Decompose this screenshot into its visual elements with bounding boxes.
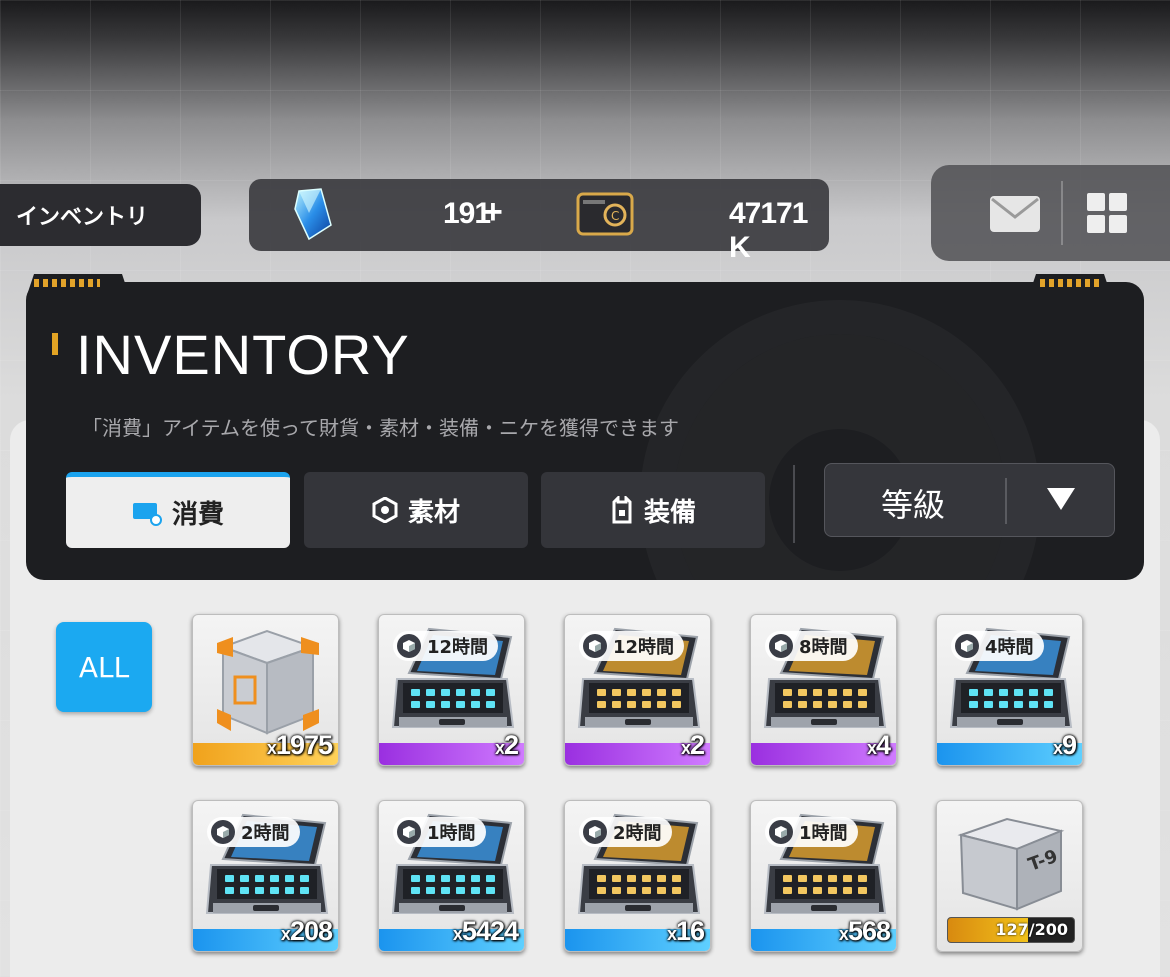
item-count: x2 (494, 730, 519, 760)
currency-bar: 191 + C 47171 K (249, 179, 829, 264)
item-count: x208 (280, 916, 333, 946)
inventory-item-card[interactable]: 4時間 x9 (936, 614, 1083, 766)
mystery-box-icon: T-9 (957, 817, 1065, 911)
page-title: インベントリ (0, 184, 201, 246)
inventory-item-card[interactable]: 8時間 x4 (750, 614, 897, 766)
equipment-icon (612, 496, 632, 524)
filter-all-button[interactable]: ALL (56, 622, 152, 712)
cube-icon (397, 820, 421, 844)
hexagon-icon (372, 497, 398, 523)
cube-icon (397, 634, 421, 658)
sort-divider (1005, 478, 1007, 524)
timer-label: 2時間 (613, 823, 662, 844)
inventory-item-card[interactable]: 2時間 x16 (564, 800, 711, 952)
timer-badge: 12時間 (393, 631, 499, 661)
item-count: x2 (680, 730, 705, 760)
gem-icon (294, 188, 332, 241)
credit-card-icon: C (576, 192, 634, 236)
timer-badge: 2時間 (207, 817, 300, 847)
cube-icon (583, 820, 607, 844)
timer-badge: 4時間 (951, 631, 1044, 661)
progress-bar: 127/200 (947, 917, 1075, 943)
inventory-item-card[interactable]: 1時間 x5424 (378, 800, 525, 952)
tab-materials-label: 素材 (407, 497, 460, 528)
timer-label: 12時間 (613, 637, 675, 658)
inventory-item-card[interactable]: 12時間 x2 (378, 614, 525, 766)
timer-badge: 8時間 (765, 631, 858, 661)
utility-divider (1061, 181, 1063, 245)
timer-badge: 12時間 (579, 631, 685, 661)
timer-badge: 1時間 (393, 817, 486, 847)
inventory-item-card[interactable]: T-9 127/200 (936, 800, 1083, 952)
utility-box (931, 165, 1170, 261)
consumable-icon (132, 502, 162, 526)
timer-label: 12時間 (427, 637, 489, 658)
cube-icon (583, 634, 607, 658)
crate-icon (217, 629, 319, 735)
cube-icon (769, 634, 793, 658)
cube-icon (211, 820, 235, 844)
hazard-stripes-right (1040, 279, 1102, 287)
credit-count: 47171 K (729, 197, 808, 264)
item-count: x5424 (452, 916, 519, 946)
svg-text:C: C (611, 209, 619, 223)
chevron-down-icon (1047, 488, 1075, 510)
hazard-stripes-left (34, 279, 100, 287)
panel-title: INVENTORY (76, 323, 410, 386)
inventory-item-card[interactable]: 2時間 x208 (192, 800, 339, 952)
inventory-item-card[interactable]: 1時間 x568 (750, 800, 897, 952)
inventory-item-card[interactable]: 12時間 x2 (564, 614, 711, 766)
inventory-item-card[interactable]: x1975 (192, 614, 339, 766)
item-count: x4 (866, 730, 891, 760)
tab-consumables[interactable]: 消費 (66, 472, 290, 548)
timer-label: 8時間 (799, 637, 848, 658)
timer-label: 1時間 (427, 823, 476, 844)
timer-badge: 2時間 (579, 817, 672, 847)
item-count: x1975 (266, 730, 333, 760)
cube-icon (955, 634, 979, 658)
mail-icon[interactable] (989, 195, 1041, 233)
timer-label: 2時間 (241, 823, 290, 844)
timer-label: 4時間 (985, 637, 1034, 658)
grid-menu-icon[interactable] (1087, 193, 1127, 233)
item-count: x568 (838, 916, 891, 946)
tab-consumables-label: 消費 (171, 500, 224, 530)
cube-icon (769, 820, 793, 844)
tab-materials[interactable]: 素材 (304, 472, 528, 548)
panel-description: 「消費」アイテムを使って財貨・素材・装備・ニケを獲得できます (82, 416, 679, 440)
item-count: x16 (666, 916, 705, 946)
sort-dropdown[interactable]: 等級 (824, 463, 1115, 537)
timer-badge: 1時間 (765, 817, 858, 847)
timer-label: 1時間 (799, 823, 848, 844)
tab-equipment-label: 装備 (643, 497, 696, 528)
tab-divider (793, 465, 795, 543)
tab-equipment[interactable]: 装備 (541, 472, 765, 548)
sort-label: 等級 (881, 486, 946, 524)
add-gem-button[interactable]: + (483, 193, 503, 232)
progress-text: 127/200 (995, 920, 1068, 939)
item-count: x9 (1052, 730, 1077, 760)
title-accent (52, 333, 58, 355)
